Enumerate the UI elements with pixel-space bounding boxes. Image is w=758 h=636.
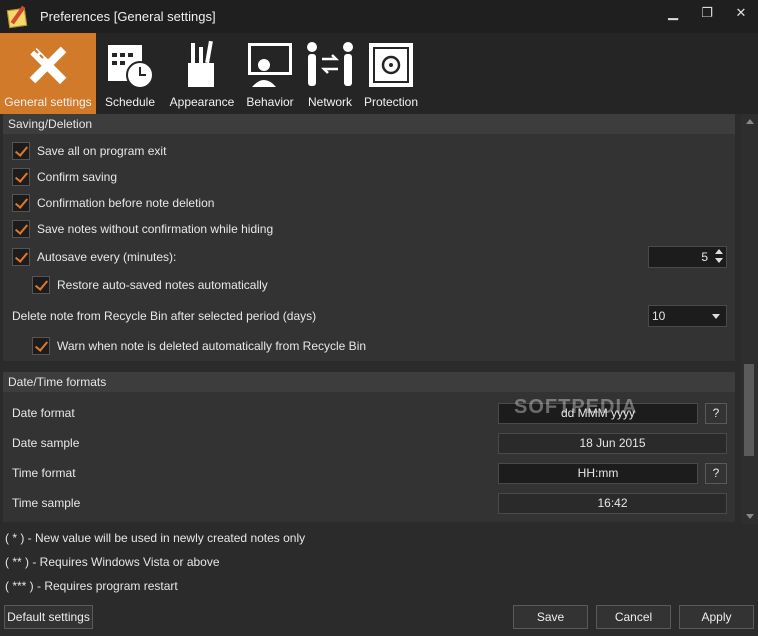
scroll-thumb[interactable]: [744, 364, 754, 456]
default-settings-button[interactable]: Default settings: [4, 605, 93, 629]
time-format-input[interactable]: HH:mm: [498, 463, 698, 484]
date-format-label: Date format: [12, 406, 75, 420]
select-value: 10: [652, 309, 666, 323]
time-sample-value: 16:42: [498, 493, 727, 514]
close-button[interactable]: ✕: [724, 0, 758, 26]
date-sample-value: 18 Jun 2015: [498, 433, 727, 454]
save-button[interactable]: Save: [513, 605, 588, 629]
time-format-label: Time format: [12, 466, 76, 480]
section-header: Saving/Deletion: [3, 114, 735, 134]
confirm-saving-checkbox[interactable]: [12, 168, 30, 186]
tab-label: Appearance: [169, 95, 235, 109]
tab-label: Behavior: [246, 95, 294, 109]
footnote-vista: ( ** ) - Requires Windows Vista or above: [5, 555, 220, 569]
section-header: Date/Time formats: [3, 372, 735, 392]
people-transfer-icon: [307, 42, 353, 86]
stepper-down-icon[interactable]: [715, 258, 723, 263]
tab-protection[interactable]: Protection: [360, 33, 422, 114]
checkbox-label: Save all on program exit: [37, 144, 167, 158]
delete-period-select[interactable]: 10: [648, 305, 727, 327]
apply-button[interactable]: Apply: [679, 605, 754, 629]
date-format-input[interactable]: dd MMM yyyy: [498, 403, 698, 424]
settings-toolbar: General settings Schedule Appearance Beh…: [0, 33, 758, 114]
checkbox-label: Restore auto-saved notes automatically: [57, 278, 268, 292]
scroll-up-icon[interactable]: [746, 119, 754, 124]
delete-period-label: Delete note from Recycle Bin after selec…: [12, 309, 317, 323]
datetime-section: Date/Time formats Date format dd MMM yyy…: [3, 372, 735, 522]
stepper-value: 5: [701, 250, 708, 264]
user-monitor-icon: [248, 43, 292, 87]
settings-content: Saving/Deletion Save all on program exit…: [0, 114, 740, 524]
saving-deletion-section: Saving/Deletion Save all on program exit…: [3, 114, 735, 361]
tab-label: Protection: [363, 95, 419, 109]
tab-label: General settings: [4, 95, 92, 109]
tab-schedule[interactable]: Schedule: [96, 33, 164, 114]
tab-network[interactable]: Network: [300, 33, 360, 114]
autosave-checkbox[interactable]: [12, 248, 30, 266]
calendar-clock-icon: [108, 45, 154, 89]
cancel-button[interactable]: Cancel: [596, 605, 671, 629]
stepper-up-icon[interactable]: [715, 249, 723, 254]
date-sample-label: Date sample: [12, 436, 80, 450]
confirm-saving-row[interactable]: Confirm saving: [3, 166, 735, 188]
checkbox-label: Confirm saving: [37, 170, 118, 184]
time-format-help-button[interactable]: ?: [705, 463, 727, 484]
app-notes-icon: [6, 5, 30, 29]
checkbox-label: Save notes without confirmation while hi…: [37, 222, 274, 236]
brush-cup-icon: [188, 40, 214, 87]
maximize-button[interactable]: ❐: [690, 0, 724, 26]
scroll-down-icon[interactable]: [746, 514, 754, 519]
vertical-scrollbar[interactable]: [741, 114, 758, 524]
tab-behavior[interactable]: Behavior: [240, 33, 300, 114]
minimize-button[interactable]: ▁: [656, 0, 690, 26]
checkbox-label: Autosave every (minutes):: [37, 250, 177, 264]
save-without-confirm-checkbox[interactable]: [12, 220, 30, 238]
tab-label: Schedule: [104, 95, 156, 109]
footnote-restart: ( *** ) - Requires program restart: [5, 579, 178, 593]
footnote-new-value: ( * ) - New value will be used in newly …: [5, 531, 306, 545]
warn-deleted-checkbox[interactable]: [32, 337, 50, 355]
date-format-help-button[interactable]: ?: [705, 403, 727, 424]
restore-autosaved-checkbox[interactable]: [32, 276, 50, 294]
time-sample-label: Time sample: [12, 496, 81, 510]
delete-period-row: Delete note from Recycle Bin after selec…: [3, 305, 735, 327]
checkbox-label: Warn when note is deleted automatically …: [57, 339, 367, 353]
restore-autosaved-row[interactable]: Restore auto-saved notes automatically: [3, 274, 735, 296]
save-all-checkbox[interactable]: [12, 142, 30, 160]
window-title: Preferences [General settings]: [40, 9, 216, 24]
save-without-confirm-row[interactable]: Save notes without confirmation while hi…: [3, 218, 735, 240]
title-bar: Preferences [General settings] ▁ ❐ ✕: [0, 0, 758, 33]
confirm-deletion-row[interactable]: Confirmation before note deletion: [3, 192, 735, 214]
chevron-down-icon: [712, 314, 720, 319]
tab-label: Network: [307, 95, 352, 109]
tab-general-settings[interactable]: General settings: [0, 33, 96, 114]
confirm-deletion-checkbox[interactable]: [12, 194, 30, 212]
checkbox-label: Confirmation before note deletion: [37, 196, 215, 210]
autosave-minutes-stepper[interactable]: 5: [648, 246, 727, 268]
tab-appearance[interactable]: Appearance: [164, 33, 240, 114]
pencil-ruler-icon: [29, 46, 67, 85]
autosave-row[interactable]: Autosave every (minutes):: [3, 246, 735, 268]
safe-icon: [369, 43, 413, 87]
warn-deleted-row[interactable]: Warn when note is deleted automatically …: [3, 335, 735, 357]
save-all-row[interactable]: Save all on program exit: [3, 140, 735, 162]
